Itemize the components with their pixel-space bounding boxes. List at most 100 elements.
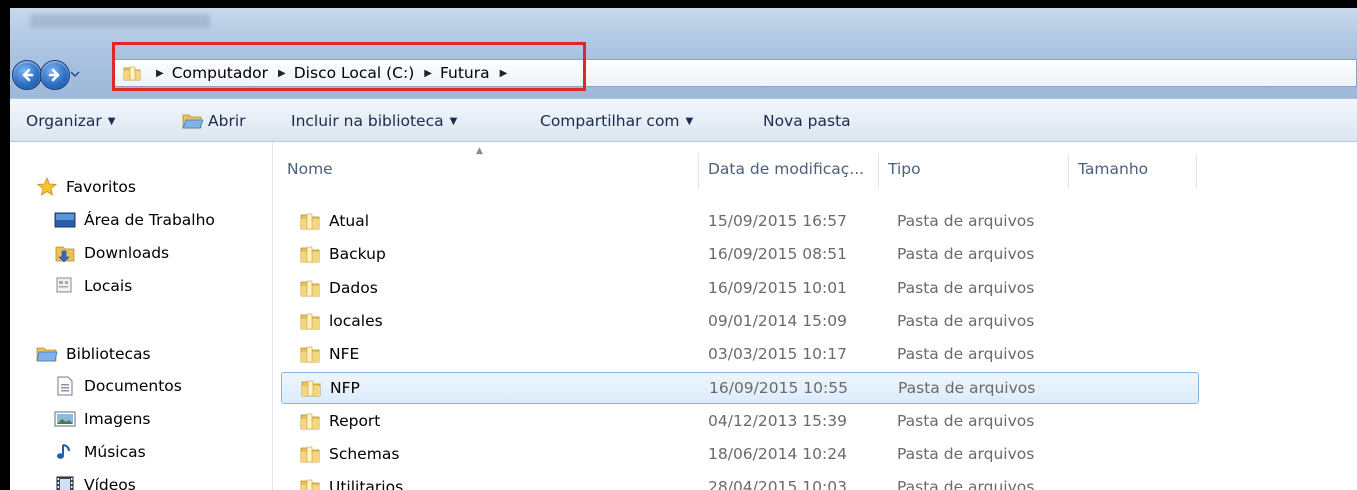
include-library-label: Incluir na biblioteca: [291, 112, 444, 130]
file-name-cell[interactable]: NFP: [300, 373, 360, 403]
sidebar-item-desktop[interactable]: Área de Trabalho: [54, 207, 215, 233]
open-button[interactable]: Abrir: [182, 99, 246, 143]
file-name: NFP: [330, 378, 360, 397]
file-date: 28/04/2015 10:03: [708, 478, 847, 490]
file-date: 03/03/2015 10:17: [708, 345, 847, 364]
favorites-label: Favoritos: [66, 178, 136, 196]
libraries-icon: [36, 344, 58, 364]
include-in-library-button[interactable]: Incluir na biblioteca ▼: [291, 99, 457, 143]
table-row[interactable]: Schemas 18/06/2014 10:24 Pasta de arquivos: [281, 438, 1199, 470]
desktop-icon: [54, 210, 76, 230]
folder-icon: [300, 480, 320, 490]
folder-icon: [300, 313, 320, 330]
sidebar-item-label: Imagens: [84, 410, 151, 428]
table-row[interactable]: locales 09/01/2014 15:09 Pasta de arquivos: [281, 305, 1199, 337]
file-name-cell[interactable]: Atual: [299, 205, 369, 237]
folder-icon: [300, 446, 320, 463]
folder-icon: [300, 213, 320, 230]
folder-icon: [300, 346, 320, 363]
sidebar-item-music[interactable]: Músicas: [54, 439, 146, 465]
file-date: 09/01/2014 15:09: [708, 311, 847, 330]
caret-down-icon: ▼: [449, 115, 458, 127]
file-name: NFE: [329, 345, 360, 364]
column-header-type[interactable]: Tipo: [888, 154, 921, 184]
organize-label: Organizar: [26, 112, 102, 130]
forward-button[interactable]: [40, 60, 70, 90]
sidebar-group-favorites[interactable]: Favoritos: [36, 174, 136, 200]
file-name: Utilitarios: [329, 478, 404, 490]
sidebar-item-videos[interactable]: Vídeos: [54, 472, 136, 490]
arrow-left-icon: [22, 68, 34, 82]
sidebar-group-libraries[interactable]: Bibliotecas: [36, 341, 151, 367]
sidebar-item-label: Downloads: [84, 244, 170, 262]
sidebar-item-label: Músicas: [84, 443, 146, 461]
sidebar-item-label: Locais: [84, 277, 133, 295]
sidebar-item-documents[interactable]: Documentos: [54, 373, 182, 399]
file-name-cell[interactable]: Backup: [299, 238, 386, 270]
file-list: Nome ▲ Data de modificaç... Tipo Tamanho…: [273, 142, 1357, 490]
file-date: 18/06/2014 10:24: [708, 445, 847, 464]
file-name-cell[interactable]: locales: [299, 305, 383, 337]
file-name: Dados: [329, 278, 378, 297]
table-row[interactable]: Report 04/12/2013 15:39 Pasta de arquivos: [281, 405, 1199, 437]
file-name-cell[interactable]: Schemas: [299, 438, 399, 470]
share-with-button[interactable]: Compartilhar com ▼: [540, 99, 693, 143]
file-date: 15/09/2015 16:57: [708, 212, 847, 230]
window-title-blurred: [30, 14, 210, 28]
sidebar-item-recent-places[interactable]: Locais: [54, 273, 132, 299]
caret-down-icon: ▼: [685, 115, 694, 127]
file-type: Pasta de arquivos: [897, 311, 1035, 330]
file-type: Pasta de arquivos: [897, 345, 1035, 364]
file-date: 16/09/2015 10:01: [708, 278, 847, 297]
table-row[interactable]: NFE 03/03/2015 10:17 Pasta de arquivos: [281, 338, 1199, 370]
table-row[interactable]: Utilitarios 28/04/2015 10:03 Pasta de arqu…: [281, 471, 1199, 490]
open-folder-icon: [182, 114, 204, 129]
column-header-name[interactable]: Nome: [287, 154, 333, 184]
file-name: locales: [329, 311, 383, 330]
file-name-cell[interactable]: Dados: [299, 272, 378, 304]
explorer-window: ▶ Computador ▶ Disco Local (C:) ▶ Futura…: [10, 8, 1357, 490]
open-label: Abrir: [208, 112, 246, 130]
pictures-icon: [54, 409, 76, 429]
sidebar-item-label: Vídeos: [84, 476, 136, 490]
column-divider[interactable]: [878, 154, 879, 188]
file-name-cell[interactable]: NFE: [299, 338, 359, 370]
table-row[interactable]: Dados 16/09/2015 10:01 Pasta de arquivos: [281, 272, 1199, 304]
star-icon: [36, 177, 58, 197]
file-type: Pasta de arquivos: [897, 445, 1035, 464]
sidebar-item-pictures[interactable]: Imagens: [54, 406, 150, 432]
videos-icon: [54, 475, 76, 490]
file-name-cell[interactable]: Report: [299, 405, 380, 437]
folder-icon: [300, 246, 320, 263]
table-row[interactable]: Atual 15/09/2015 16:57 Pasta de arquivos: [281, 205, 1199, 237]
new-folder-button[interactable]: Nova pasta: [763, 99, 851, 143]
downloads-icon: [54, 243, 76, 263]
file-name: Report: [329, 411, 381, 430]
file-type: Pasta de arquivos: [897, 245, 1035, 264]
caret-down-icon: ▼: [107, 115, 116, 127]
title-bar: ▶ Computador ▶ Disco Local (C:) ▶ Futura…: [10, 8, 1357, 98]
column-divider[interactable]: [698, 154, 699, 188]
folder-icon: [300, 413, 320, 430]
folder-icon: [301, 380, 321, 396]
sidebar-item-label: Documentos: [84, 377, 182, 395]
file-name-cell[interactable]: Utilitarios: [299, 471, 403, 490]
organize-button[interactable]: Organizar ▼: [26, 99, 115, 143]
sidebar-item-downloads[interactable]: Downloads: [54, 240, 169, 266]
table-row[interactable]: Backup 16/09/2015 08:51 Pasta de arquivos: [281, 238, 1199, 270]
column-header-date[interactable]: Data de modificaç...: [708, 154, 864, 184]
file-name: Atual: [329, 212, 370, 230]
table-row[interactable]: NFP 16/09/2015 10:55 Pasta de arquivos: [281, 371, 1199, 404]
column-header-size[interactable]: Tamanho: [1078, 154, 1148, 184]
back-button[interactable]: [12, 60, 42, 90]
file-type: Pasta de arquivos: [897, 478, 1035, 490]
file-type: Pasta de arquivos: [897, 212, 1035, 230]
file-date: 16/09/2015 08:51: [708, 245, 847, 264]
folder-icon: [300, 280, 320, 296]
recent-pages-dropdown[interactable]: [70, 70, 80, 78]
column-divider[interactable]: [1068, 154, 1069, 188]
documents-icon: [54, 376, 76, 396]
column-divider[interactable]: [1196, 154, 1197, 188]
share-label: Compartilhar com: [540, 112, 680, 130]
file-date: 04/12/2013 15:39: [708, 411, 847, 430]
